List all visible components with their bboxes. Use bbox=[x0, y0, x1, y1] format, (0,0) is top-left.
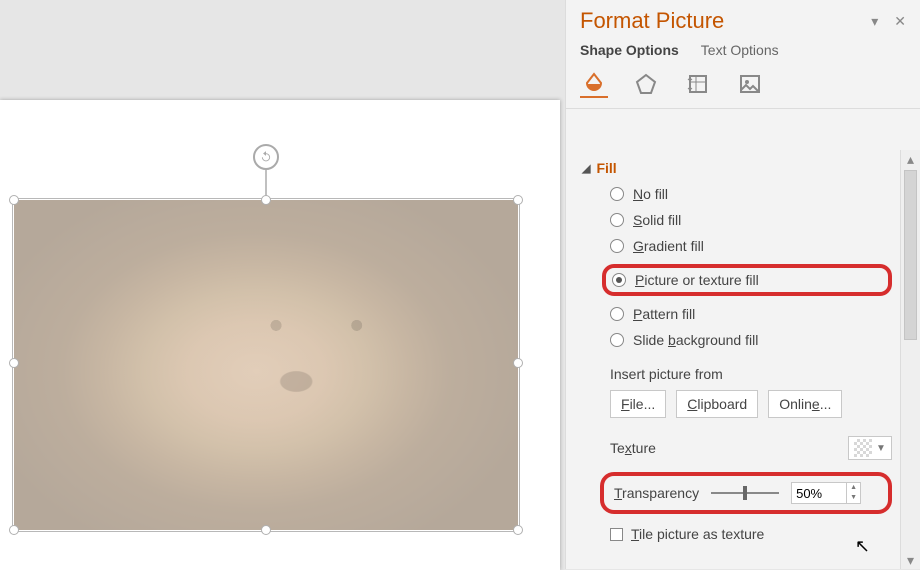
transparency-label: Transparency bbox=[614, 485, 699, 501]
resize-handle-s[interactable] bbox=[261, 525, 271, 535]
radio-solid-fill[interactable]: Solid fill bbox=[610, 212, 892, 228]
insert-online-button[interactable]: Online... bbox=[768, 390, 842, 418]
texture-label: Texture bbox=[610, 440, 656, 456]
radio-picture-fill[interactable]: Picture or texture fill bbox=[612, 272, 882, 288]
resize-handle-e[interactable] bbox=[513, 358, 523, 368]
scrollbar-thumb[interactable] bbox=[904, 170, 917, 340]
transparency-slider[interactable] bbox=[711, 490, 779, 496]
panel-scrollbar[interactable]: ▴ ▾ bbox=[900, 150, 920, 569]
radio-icon bbox=[610, 333, 624, 347]
chevron-down-icon: ▼ bbox=[876, 443, 886, 454]
resize-handle-sw[interactable] bbox=[9, 525, 19, 535]
selected-picture[interactable] bbox=[14, 200, 518, 530]
radio-icon bbox=[610, 307, 624, 321]
section-label: Fill bbox=[596, 160, 616, 176]
panel-options-icon[interactable]: ▾ bbox=[871, 13, 878, 30]
resize-handle-ne[interactable] bbox=[513, 195, 523, 205]
fill-line-icon[interactable] bbox=[580, 70, 608, 98]
resize-handle-se[interactable] bbox=[513, 525, 523, 535]
tile-checkbox-row[interactable]: Tile picture as texture bbox=[582, 514, 892, 542]
radio-no-fill[interactable]: No fill bbox=[610, 186, 892, 202]
panel-close-icon[interactable]: ✕ bbox=[894, 13, 906, 30]
size-properties-icon[interactable] bbox=[684, 70, 712, 98]
insert-file-button[interactable]: File... bbox=[610, 390, 666, 418]
spin-up-icon[interactable]: ▲ bbox=[847, 483, 860, 493]
fill-section-header[interactable]: ◢ Fill bbox=[582, 156, 892, 186]
texture-picker[interactable]: ▼ bbox=[848, 436, 892, 460]
radio-icon bbox=[610, 239, 624, 253]
tile-label: Tile picture as texture bbox=[631, 526, 764, 542]
rotate-handle[interactable] bbox=[253, 144, 279, 170]
resize-handle-w[interactable] bbox=[9, 358, 19, 368]
rotate-icon bbox=[259, 150, 273, 164]
slide-canvas bbox=[0, 100, 560, 570]
radio-gradient-fill[interactable]: Gradient fill bbox=[610, 238, 892, 254]
insert-picture-label: Insert picture from bbox=[582, 348, 892, 390]
scroll-up-icon[interactable]: ▴ bbox=[901, 150, 920, 168]
resize-handle-nw[interactable] bbox=[9, 195, 19, 205]
radio-pattern-fill[interactable]: Pattern fill bbox=[610, 306, 892, 322]
checkbox-icon bbox=[610, 528, 623, 541]
radio-icon bbox=[612, 273, 626, 287]
collapse-icon: ◢ bbox=[582, 162, 590, 175]
tab-text-options[interactable]: Text Options bbox=[701, 42, 779, 60]
texture-swatch-icon bbox=[854, 439, 872, 457]
radio-slide-bg-fill[interactable]: Slide background fill bbox=[610, 332, 892, 348]
panel-title: Format Picture bbox=[580, 8, 724, 34]
format-picture-panel: Format Picture ▾ ✕ Shape Options Text Op… bbox=[565, 0, 920, 569]
radio-icon bbox=[610, 213, 624, 227]
scroll-down-icon[interactable]: ▾ bbox=[901, 551, 920, 569]
radio-icon bbox=[610, 187, 624, 201]
effects-icon[interactable] bbox=[632, 70, 660, 98]
picture-icon[interactable] bbox=[736, 70, 764, 98]
highlight-transparency: Transparency ▲ ▼ bbox=[600, 472, 892, 514]
spin-down-icon[interactable]: ▼ bbox=[847, 493, 860, 503]
transparency-input[interactable] bbox=[792, 483, 846, 503]
highlight-picture-fill: Picture or texture fill bbox=[602, 264, 892, 296]
mouse-cursor-icon: ↖ bbox=[855, 536, 870, 557]
insert-clipboard-button[interactable]: Clipboard bbox=[676, 390, 758, 418]
tab-shape-options[interactable]: Shape Options bbox=[580, 42, 679, 60]
resize-handle-n[interactable] bbox=[261, 195, 271, 205]
transparency-spinner[interactable]: ▲ ▼ bbox=[791, 482, 861, 504]
